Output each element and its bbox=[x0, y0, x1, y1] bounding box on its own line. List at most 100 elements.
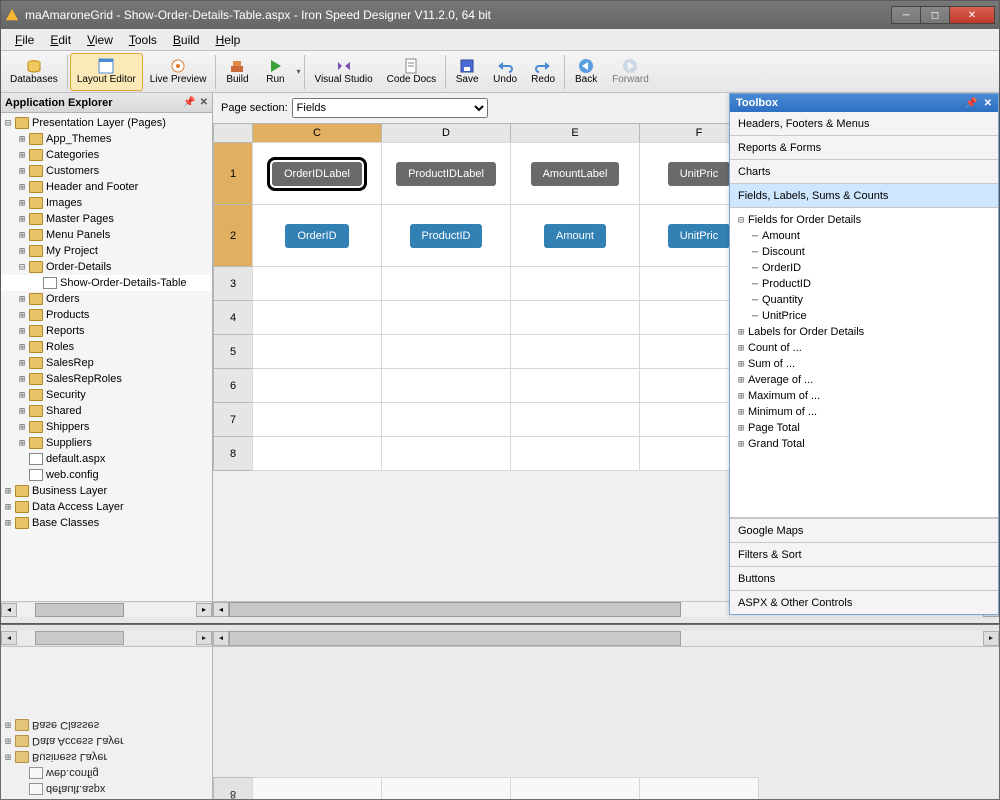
tree-node[interactable]: ⊞Reports bbox=[1, 323, 212, 339]
toolbox-tree[interactable]: ⊟Fields for Order Details⋯Amount⋯Discoun… bbox=[730, 208, 998, 518]
toolbox-item[interactable]: ⊞Grand Total bbox=[730, 436, 998, 452]
pin-icon[interactable]: 📌 bbox=[183, 97, 195, 108]
field-label-chip[interactable]: ProductIDLabel bbox=[396, 162, 496, 186]
scroll-left-icon[interactable]: ◂ bbox=[1, 603, 17, 617]
explorer-tree[interactable]: ⊟Presentation Layer (Pages)⊞App_Themes⊞C… bbox=[1, 647, 212, 800]
row-header[interactable]: 8 bbox=[213, 777, 253, 800]
grid-cell[interactable] bbox=[510, 402, 640, 437]
tree-node[interactable]: web.config bbox=[1, 467, 212, 483]
grid-cell[interactable] bbox=[252, 334, 382, 369]
toolbox-category[interactable]: Filters & Sort bbox=[730, 542, 998, 566]
toolbox-category[interactable]: Google Maps bbox=[730, 518, 998, 542]
grid-cell[interactable] bbox=[510, 777, 640, 800]
field-chip[interactable]: ProductID bbox=[410, 224, 483, 248]
toolbox-category[interactable]: Headers, Footers & Menus bbox=[730, 112, 998, 136]
tree-node[interactable]: ⊞My Project bbox=[1, 243, 212, 259]
scroll-right-icon[interactable]: ▸ bbox=[196, 603, 212, 617]
grid-cell[interactable]: ProductIDLabel bbox=[381, 142, 511, 205]
toolbox-item[interactable]: ⋯ProductID bbox=[730, 276, 998, 292]
toolbox-category[interactable]: Buttons bbox=[730, 566, 998, 590]
tree-node[interactable]: ⊞Images bbox=[1, 195, 212, 211]
grid-cell[interactable] bbox=[510, 368, 640, 403]
grid-cell[interactable] bbox=[510, 436, 640, 471]
row-header[interactable]: 7 bbox=[213, 402, 253, 437]
grid-cell[interactable]: AmountLabel bbox=[510, 142, 640, 205]
column-header[interactable]: C bbox=[252, 123, 382, 143]
field-chip[interactable]: Amount bbox=[544, 224, 606, 248]
close-panel-icon[interactable]: ✕ bbox=[200, 97, 208, 108]
grid-cell[interactable]: OrderID bbox=[252, 204, 382, 267]
scroll-right-icon[interactable]: ▸ bbox=[196, 632, 212, 646]
tree-node[interactable]: ⊞Products bbox=[1, 307, 212, 323]
layout-editor-button[interactable]: Layout Editor bbox=[70, 53, 143, 91]
grid-cell[interactable] bbox=[381, 266, 511, 301]
run-button[interactable]: Run bbox=[256, 53, 294, 91]
tree-node[interactable]: ⊞Master Pages bbox=[1, 211, 212, 227]
page-section-select[interactable]: Fields bbox=[292, 98, 488, 118]
undo-button[interactable]: Undo bbox=[486, 53, 524, 91]
grid-cell[interactable]: OrderIDLabel bbox=[252, 142, 382, 205]
column-header[interactable] bbox=[213, 123, 253, 143]
grid-scrollbar[interactable]: ◂▸ bbox=[213, 631, 999, 647]
grid-cell[interactable]: ProductID bbox=[381, 204, 511, 267]
field-label-chip[interactable]: AmountLabel bbox=[531, 162, 620, 186]
tree-node[interactable]: ⊞Base Classes bbox=[1, 717, 212, 733]
close-button[interactable]: ✕ bbox=[949, 6, 995, 24]
toolbox-item[interactable]: ⊞Page Total bbox=[730, 420, 998, 436]
grid-cell[interactable] bbox=[381, 334, 511, 369]
tree-node[interactable]: ⊞Base Classes bbox=[1, 515, 212, 531]
toolbox-item[interactable]: ⋯UnitPrice bbox=[730, 308, 998, 324]
row-header[interactable]: 5 bbox=[213, 334, 253, 369]
toolbox-item[interactable]: ⋯Amount bbox=[730, 228, 998, 244]
live-preview-button[interactable]: Live Preview bbox=[143, 53, 214, 91]
scroll-left-icon[interactable]: ◂ bbox=[213, 631, 229, 646]
menu-edit[interactable]: Edit bbox=[42, 31, 79, 49]
tree-node[interactable]: ⊞Shared bbox=[1, 403, 212, 419]
databases-button[interactable]: Databases bbox=[3, 53, 65, 91]
code-docs-button[interactable]: Code Docs bbox=[380, 53, 443, 91]
tree-node[interactable]: ⊞Data Access Layer bbox=[1, 499, 212, 515]
toolbox-category[interactable]: ASPX & Other Controls bbox=[730, 590, 998, 614]
menu-view[interactable]: View bbox=[79, 31, 121, 49]
tree-node[interactable]: ⊞SalesRep bbox=[1, 355, 212, 371]
column-header[interactable]: E bbox=[510, 123, 640, 143]
forward-button[interactable]: Forward bbox=[605, 53, 656, 91]
toolbox-item[interactable]: ⋯Discount bbox=[730, 244, 998, 260]
minimize-button[interactable]: ─ bbox=[891, 6, 921, 24]
toolbox-item[interactable]: ⊞Count of ... bbox=[730, 340, 998, 356]
layout-grid[interactable]: CDEF1OrderIDLabelProductIDLabelAmountLab… bbox=[213, 631, 999, 800]
grid-cell[interactable] bbox=[252, 266, 382, 301]
grid-cell[interactable] bbox=[381, 368, 511, 403]
grid-cell[interactable] bbox=[252, 777, 382, 800]
tree-node[interactable]: ⊞Categories bbox=[1, 147, 212, 163]
explorer-tree[interactable]: ⊟Presentation Layer (Pages)⊞App_Themes⊞C… bbox=[1, 113, 212, 601]
grid-cell[interactable] bbox=[510, 266, 640, 301]
grid-cell[interactable] bbox=[381, 777, 511, 800]
toolbox-item[interactable]: ⊞Average of ... bbox=[730, 372, 998, 388]
tree-node[interactable]: ⊟Order-Details bbox=[1, 259, 212, 275]
column-header[interactable]: D bbox=[381, 123, 511, 143]
tree-node[interactable]: ⊞Business Layer bbox=[1, 483, 212, 499]
grid-cell[interactable] bbox=[252, 402, 382, 437]
tree-node[interactable]: ⊞Suppliers bbox=[1, 435, 212, 451]
tree-node[interactable]: default.aspx bbox=[1, 451, 212, 467]
tree-node[interactable]: ⊞Orders bbox=[1, 291, 212, 307]
tree-node[interactable]: default.aspx bbox=[1, 781, 212, 797]
scroll-left-icon[interactable]: ◂ bbox=[1, 632, 17, 646]
toolbox-item[interactable]: ⋯OrderID bbox=[730, 260, 998, 276]
grid-cell[interactable] bbox=[252, 300, 382, 335]
menu-tools[interactable]: Tools bbox=[121, 31, 165, 49]
field-label-chip[interactable]: OrderIDLabel bbox=[272, 162, 362, 186]
close-panel-icon[interactable]: ✕ bbox=[984, 98, 992, 109]
tree-node[interactable]: ⊞Header and Footer bbox=[1, 179, 212, 195]
tree-node[interactable]: ⊞Shippers bbox=[1, 419, 212, 435]
pin-icon[interactable]: 📌 bbox=[965, 98, 977, 109]
grid-cell[interactable] bbox=[381, 436, 511, 471]
redo-button[interactable]: Redo bbox=[524, 53, 562, 91]
toolbox-item[interactable]: ⊞Labels for Order Details bbox=[730, 324, 998, 340]
explorer-scrollbar[interactable]: ◂ ▸ bbox=[1, 631, 212, 647]
grid-cell[interactable] bbox=[381, 402, 511, 437]
row-header[interactable]: 6 bbox=[213, 368, 253, 403]
row-header[interactable]: 4 bbox=[213, 300, 253, 335]
save-button[interactable]: Save bbox=[448, 53, 486, 91]
